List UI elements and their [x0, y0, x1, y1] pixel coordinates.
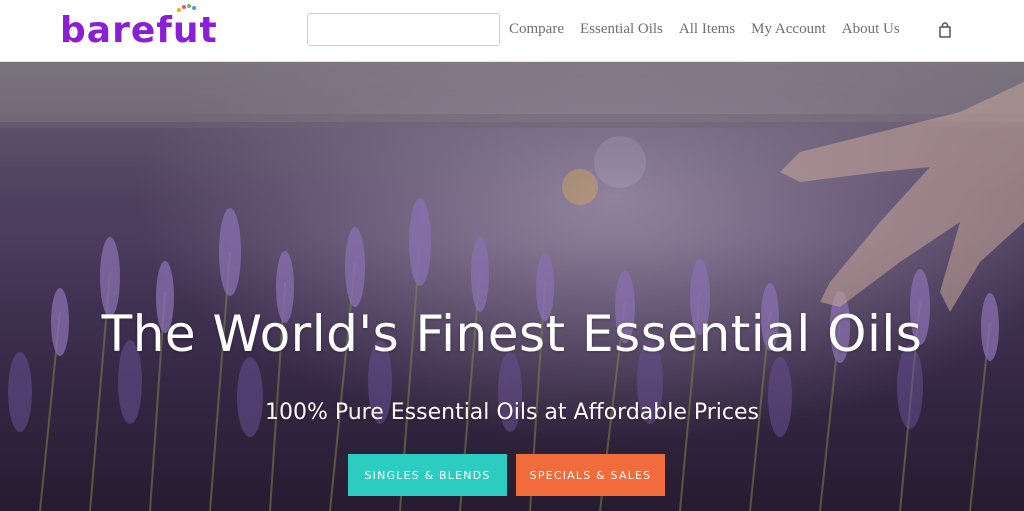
nav-compare[interactable]: Compare: [509, 21, 564, 38]
main-nav: Compare Essential Oils All Items My Acco…: [509, 18, 900, 40]
specials-sales-button[interactable]: SPECIALS & SALES: [516, 454, 665, 496]
logo-text-end: ut: [172, 9, 218, 51]
hero-subtitle: 100% Pure Essential Oils at Affordable P…: [264, 400, 760, 425]
hero-title: The World's Finest Essential Oils: [101, 305, 923, 363]
nav-about-us[interactable]: About Us: [842, 21, 900, 38]
barefut-logo[interactable]: bare f ut: [60, 3, 218, 52]
singles-blends-button[interactable]: SINGLES & BLENDS: [348, 454, 507, 496]
shopping-bag-icon[interactable]: [936, 21, 954, 39]
logo-dots-icon: [175, 3, 197, 14]
nav-all-items[interactable]: All Items: [679, 21, 735, 38]
nav-essential-oils[interactable]: Essential Oils: [580, 21, 663, 38]
logo-text-start: bare: [60, 9, 157, 51]
nav-my-account[interactable]: My Account: [751, 21, 826, 38]
logo-text-f: f: [156, 9, 173, 51]
search-input[interactable]: [322, 14, 503, 45]
lavender-field-image: [0, 62, 1024, 511]
search-box[interactable]: [307, 13, 503, 46]
logo-dots-wrap: ut: [172, 3, 218, 51]
hero-banner: The World's Finest Essential Oils 100% P…: [0, 62, 1024, 511]
site-header: bare f ut Compare Essential Oils All Items…: [0, 0, 1024, 62]
